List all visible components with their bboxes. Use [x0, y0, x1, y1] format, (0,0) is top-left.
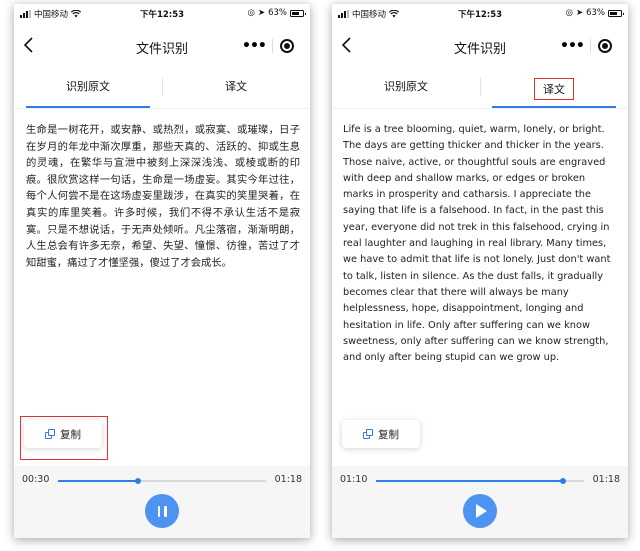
- tab-original-label: 识别原文: [384, 80, 428, 93]
- nav-arrow-icon: ➤: [575, 8, 584, 18]
- tab-translation[interactable]: 译文: [480, 68, 628, 108]
- total-time: 01:18: [274, 474, 302, 485]
- audio-player: 01:10 01:18: [332, 466, 628, 538]
- pause-icon: [157, 505, 167, 517]
- status-bar: 中国移动 下午12:53 ◎ ➤ 63%: [14, 4, 310, 24]
- progress-track[interactable]: [376, 478, 584, 484]
- close-target-icon[interactable]: [279, 39, 294, 53]
- battery-icon: [608, 9, 624, 17]
- tab-original-label: 识别原文: [66, 80, 110, 93]
- tab-separator: [162, 78, 163, 96]
- phone-screen-translation: 中国移动 下午12:53 ◎ ➤ 63% 文件识别 ••• 识别原文 译文 Li…: [332, 4, 628, 538]
- battery-icon: [290, 9, 306, 17]
- tab-original-text[interactable]: 识别原文: [332, 68, 480, 108]
- tab-translation-label: 译文: [225, 80, 247, 93]
- battery-percent: 63%: [268, 8, 287, 18]
- play-icon: [476, 504, 487, 518]
- progress-track[interactable]: [58, 478, 266, 484]
- divider: [332, 108, 628, 109]
- tab-separator: [480, 78, 481, 96]
- nav-bar: 文件识别 •••: [332, 24, 628, 68]
- progress-knob[interactable]: [559, 478, 566, 484]
- tab-bar: 识别原文 译文: [332, 68, 628, 108]
- copy-button[interactable]: 复制: [342, 420, 420, 448]
- pause-button[interactable]: [145, 494, 179, 528]
- copy-button[interactable]: 复制: [24, 420, 102, 448]
- capsule-divider: [590, 39, 592, 53]
- more-icon[interactable]: •••: [560, 39, 585, 53]
- capsule-divider: [272, 39, 274, 53]
- progress-knob[interactable]: [135, 478, 142, 484]
- mini-program-capsule: •••: [236, 34, 300, 58]
- phone-screen-original: 中国移动 下午12:53 ◎ ➤ 63% 文件识别 ••• 识别原文 译文 生命…: [14, 4, 310, 538]
- audio-player: 00:30 01:18: [14, 466, 310, 538]
- copy-icon: [363, 429, 373, 439]
- play-button[interactable]: [463, 494, 497, 528]
- copy-icon: [45, 429, 55, 439]
- translated-text: Life is a tree blooming, quiet, warm, lo…: [343, 124, 611, 364]
- tab-original-text[interactable]: 识别原文: [14, 68, 162, 108]
- current-time: 01:10: [340, 474, 368, 485]
- more-icon[interactable]: •••: [242, 39, 267, 53]
- current-time: 00:30: [22, 474, 50, 485]
- tab-translation[interactable]: 译文: [162, 68, 310, 108]
- tab-bar: 识别原文 译文: [14, 68, 310, 108]
- status-bar: 中国移动 下午12:53 ◎ ➤ 63%: [332, 4, 628, 24]
- location-icon: ◎: [565, 8, 573, 18]
- divider: [14, 108, 310, 109]
- location-icon: ◎: [247, 8, 255, 18]
- copy-label: 复制: [60, 428, 81, 441]
- battery-percent: 63%: [586, 8, 605, 18]
- total-time: 01:18: [592, 474, 620, 485]
- copy-label: 复制: [378, 428, 399, 441]
- recognized-text: 生命是一树花开，或安静、或热烈，或寂寞、或璀璨，日子在岁月的年龙中渐次厚重，那些…: [26, 124, 300, 269]
- mini-program-capsule: •••: [554, 34, 618, 58]
- nav-bar: 文件识别 •••: [14, 24, 310, 68]
- nav-arrow-icon: ➤: [257, 8, 266, 18]
- progress-fill: [58, 480, 139, 482]
- progress-fill: [376, 480, 563, 482]
- close-target-icon[interactable]: [597, 39, 612, 53]
- tab-translation-label: 译文: [534, 78, 574, 100]
